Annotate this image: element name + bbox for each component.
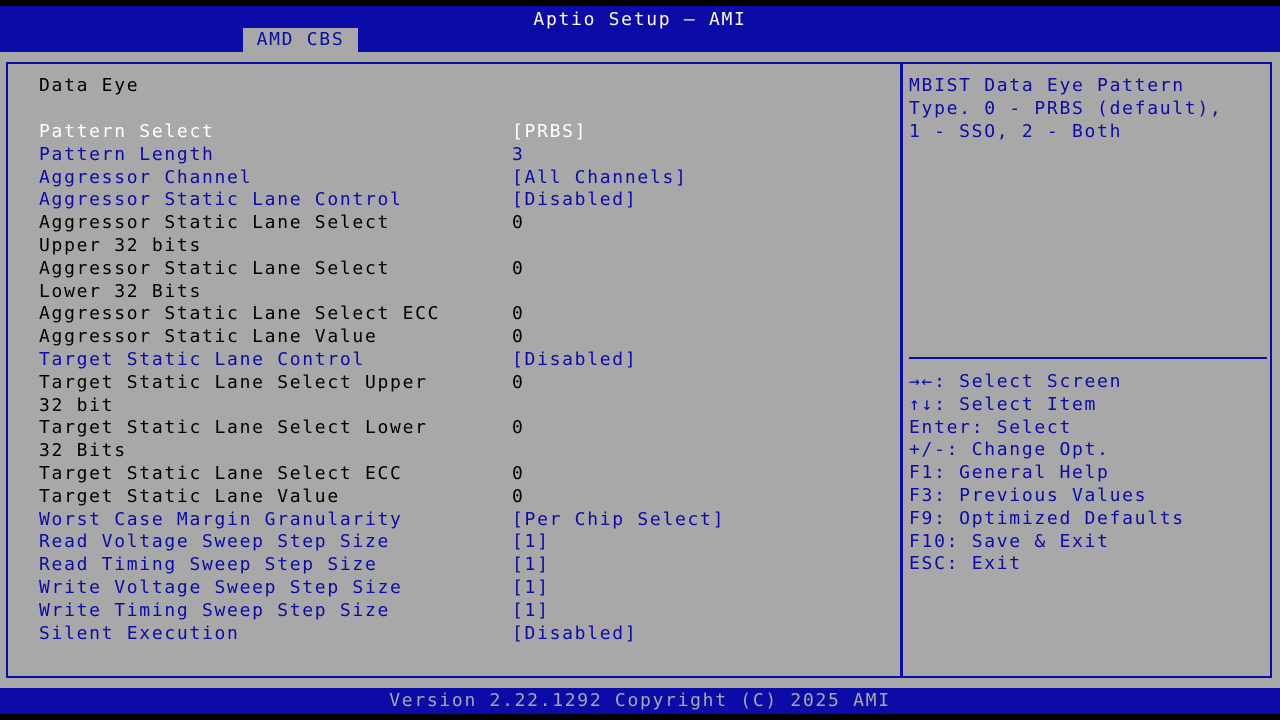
window-title: Aptio Setup – AMI (0, 9, 1280, 31)
setting-label: Worst Case Margin Granularity (39, 509, 403, 532)
setting-value[interactable]: [1] (512, 600, 550, 623)
key-name: ↑↓ (909, 394, 934, 415)
footer-bar: Version 2.22.1292 Copyright (C) 2025 AMI (0, 688, 1280, 714)
setting-label: Aggressor Static Lane Select (39, 212, 390, 235)
setting-value[interactable]: [Per Chip Select] (512, 509, 725, 532)
setting-label-line2: Upper 32 bits (39, 235, 202, 258)
setting-label-line2: 32 Bits (39, 440, 127, 463)
setting-label: Pattern Length (39, 144, 215, 167)
key-name: ESC (909, 553, 947, 574)
key-description: : General Help (934, 462, 1110, 483)
setting-label: Target Static Lane Select Upper (39, 372, 428, 395)
key-description: : Select Item (934, 394, 1097, 415)
setting-label: Target Static Lane Control (39, 349, 365, 372)
section-title-text: Data Eye (39, 75, 139, 98)
key-name: F10 (909, 531, 947, 552)
setting-value: 0 (512, 212, 525, 235)
key-description: : Previous Values (934, 485, 1147, 506)
setting-label: Write Timing Sweep Step Size (39, 600, 390, 623)
setting-value[interactable]: [Disabled] (512, 623, 637, 646)
key-name: F1 (909, 462, 934, 483)
setting-value[interactable]: [All Channels] (512, 167, 688, 190)
key-description: : Exit (947, 553, 1022, 574)
setting-value[interactable]: [Disabled] (512, 189, 637, 212)
setting-value[interactable]: [1] (512, 577, 550, 600)
key-name: F9 (909, 508, 934, 529)
setting-value[interactable]: 3 (512, 144, 525, 167)
key-hint: +/-: Change Opt. (909, 439, 1185, 462)
main-panel: Data Eye Pattern Select [PRBS] Pattern Len… (0, 52, 1280, 688)
setting-label: Silent Execution (39, 623, 240, 646)
setting-value[interactable]: [Disabled] (512, 349, 637, 372)
key-hint: F1: General Help (909, 462, 1185, 485)
version-text: Version 2.22.1292 Copyright (C) 2025 AMI (389, 690, 890, 711)
key-name: Enter (909, 417, 972, 438)
setting-label: Target Static Lane Value (39, 486, 340, 509)
key-description: : Select Screen (934, 371, 1122, 392)
key-description: : Select (972, 417, 1072, 438)
setting-value[interactable]: [1] (512, 531, 550, 554)
tab-amd-cbs[interactable]: AMD CBS (243, 28, 358, 52)
setting-label: Write Voltage Sweep Step Size (39, 577, 403, 600)
key-hint: Enter: Select (909, 417, 1185, 440)
setting-label: Read Timing Sweep Step Size (39, 554, 378, 577)
key-description: : Optimized Defaults (934, 508, 1185, 529)
key-hint: →←: Select Screen (909, 371, 1185, 394)
setting-label: Aggressor Static Lane Value (39, 326, 378, 349)
key-legend: →←: Select Screen↑↓: Select ItemEnter: S… (909, 371, 1185, 576)
key-hint: F9: Optimized Defaults (909, 508, 1185, 531)
key-name: +/- (909, 439, 947, 460)
help-separator (909, 357, 1267, 359)
setting-label: Read Voltage Sweep Step Size (39, 531, 390, 554)
key-description: : Change Opt. (947, 439, 1110, 460)
setting-value: 0 (512, 463, 525, 486)
setting-value: 0 (512, 417, 525, 440)
setting-label: Aggressor Channel (39, 167, 252, 190)
setting-value: 0 (512, 303, 525, 326)
setting-value: 0 (512, 372, 525, 395)
setting-label-line2: Lower 32 Bits (39, 281, 202, 304)
setting-label: Aggressor Static Lane Select ECC (39, 303, 440, 326)
setting-label: Aggressor Static Lane Select (39, 258, 390, 281)
key-hint: ↑↓: Select Item (909, 394, 1185, 417)
key-hint: ESC: Exit (909, 553, 1185, 576)
key-hint: F3: Previous Values (909, 485, 1185, 508)
key-description: : Save & Exit (947, 531, 1110, 552)
setting-label: Aggressor Static Lane Control (39, 189, 403, 212)
setting-label: Target Static Lane Select ECC (39, 463, 403, 486)
setting-label: Target Static Lane Select Lower (39, 417, 428, 440)
pane-divider (900, 62, 903, 678)
setting-label-line2: 32 bit (39, 395, 114, 418)
key-name: →← (909, 371, 934, 392)
setting-value[interactable]: [1] (512, 554, 550, 577)
setting-value: 0 (512, 326, 525, 349)
setting-value: 0 (512, 258, 525, 281)
help-text: MBIST Data Eye Pattern Type. 0 - PRBS (d… (909, 75, 1259, 143)
title-bar: Aptio Setup – AMI AMD CBS (0, 6, 1280, 52)
setting-value: 0 (512, 486, 525, 509)
setting-label: Pattern Select (39, 121, 215, 144)
key-name: F3 (909, 485, 934, 506)
setting-value[interactable]: [PRBS] (512, 121, 587, 144)
key-hint: F10: Save & Exit (909, 531, 1185, 554)
